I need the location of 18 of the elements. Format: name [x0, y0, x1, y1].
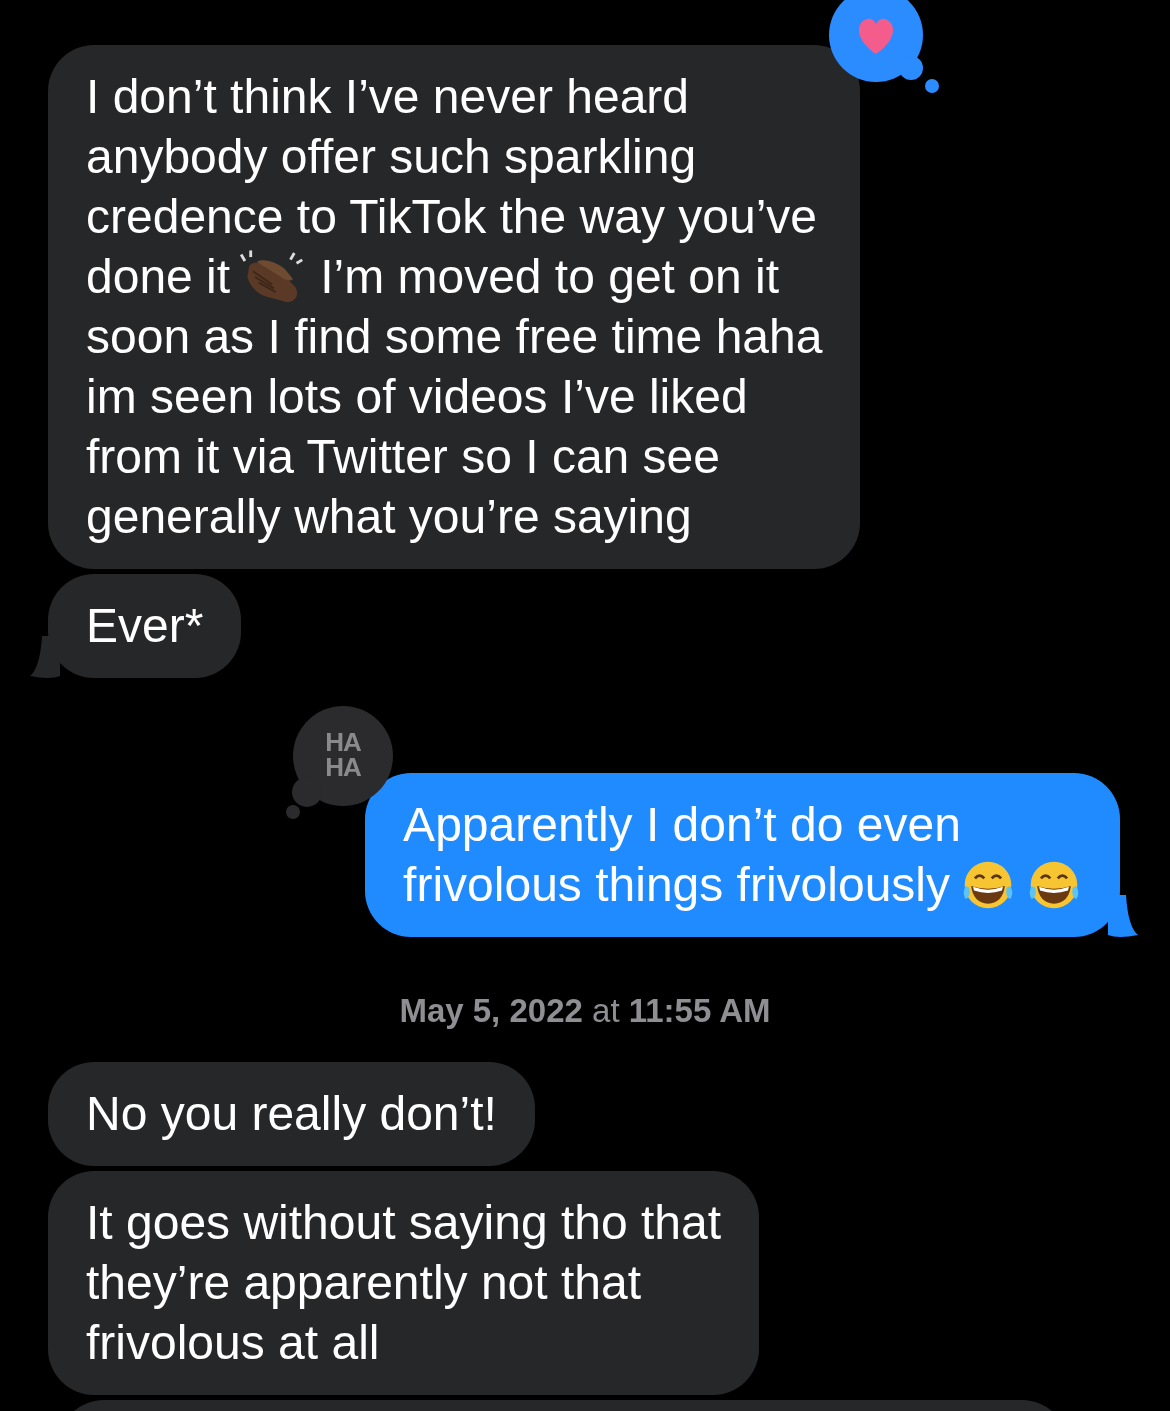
message-text: from it via Twitter so I can see: [86, 429, 720, 485]
message-text: im seen lots of videos I’ve liked: [86, 369, 748, 425]
message-text: credence to TikTok the way you’ve: [86, 189, 818, 245]
message-text: Apparently I don’t do even: [403, 797, 961, 853]
reaction-label: HA HA: [324, 730, 362, 780]
message-text: frivolous at all: [86, 1315, 380, 1371]
message-text: frivolous things frivolously: [403, 857, 950, 913]
message-text: Ever*: [86, 598, 204, 654]
message-text: done it: [86, 249, 231, 305]
message-text: generally what you’re saying: [86, 489, 692, 545]
message-text: It goes without saying tho that: [86, 1195, 722, 1251]
message-text: they’re apparently not that: [86, 1255, 642, 1311]
timestamp: May 5, 2022 at 11:55 AM: [399, 992, 771, 1030]
message-text: I don’t think I’ve never heard: [86, 69, 690, 125]
message-text: No you really don’t!: [86, 1086, 497, 1142]
message-text: soon as I find some free time haha: [86, 309, 823, 365]
message-text: I’m moved to get on it: [320, 249, 779, 305]
message-text: anybody offer such sparkling: [86, 129, 697, 185]
